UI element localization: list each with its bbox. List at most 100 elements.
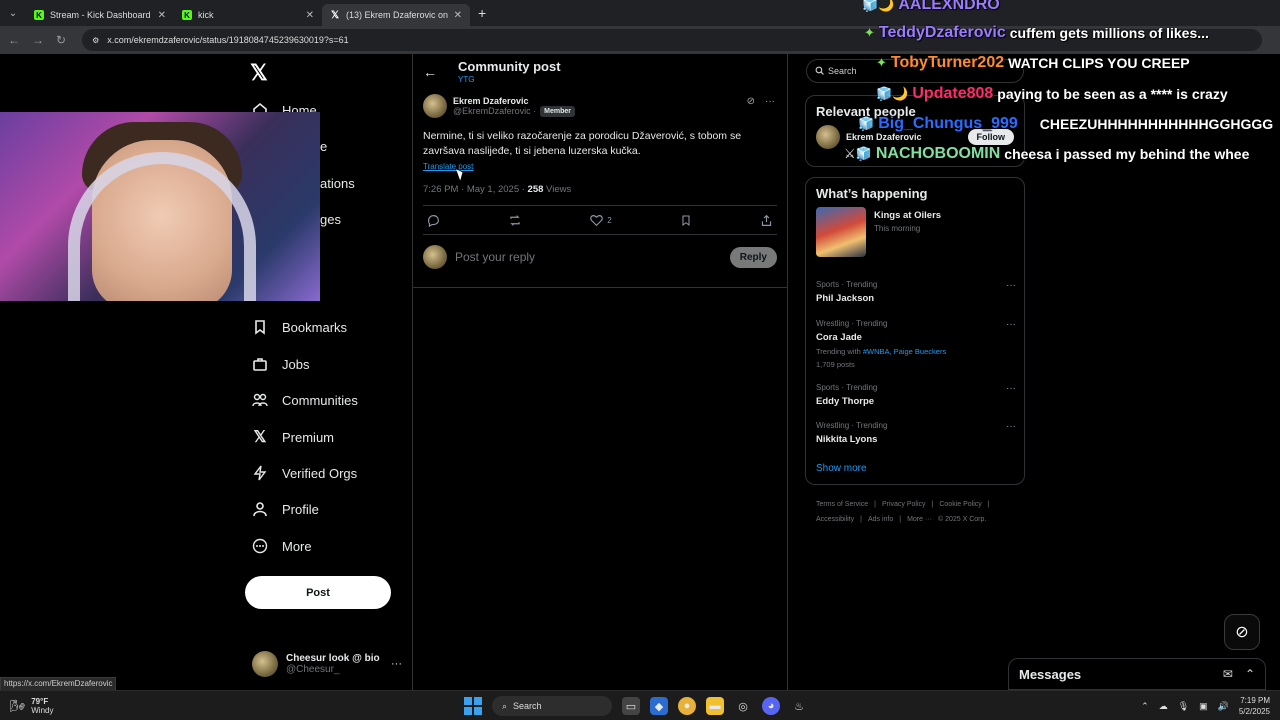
show-more-link[interactable]: Show more (816, 463, 867, 474)
trend-item[interactable]: Sports · Trending Eddy Thorpe ··· (816, 383, 1016, 407)
chevron-up-icon[interactable]: ⌃ (1245, 667, 1255, 681)
trend-item[interactable]: Sports · Trending Phil Jackson ··· (816, 280, 1016, 304)
sidebar-item-profile[interactable]: Profile (252, 497, 319, 521)
sidebar-item-more[interactable]: More (252, 534, 312, 558)
tab-kick-dashboard[interactable]: K Stream - Kick Dashboard ✕ (26, 4, 174, 26)
author-handle[interactable]: @EkremDzaferovic · (453, 106, 536, 116)
account-switcher[interactable]: Cheesur look @ bio @Cheesur_ ··· (252, 648, 402, 680)
trend-category: Sports · Trending (816, 383, 878, 392)
sidebar-item-jobs[interactable]: Jobs (252, 352, 309, 376)
trend-item[interactable]: Wrestling · Trending Cora Jade Trending … (816, 319, 1016, 369)
footer-link[interactable]: Privacy Policy (882, 501, 926, 508)
sidebar-item-communities[interactable]: Communities (252, 388, 358, 412)
weather-widget[interactable]: 🌬 79°F Windy (10, 697, 53, 715)
divider (413, 287, 787, 288)
windows-start-icon[interactable] (464, 697, 482, 715)
like-button[interactable]: 2 (590, 214, 612, 227)
back-arrow-icon[interactable]: ← (8, 33, 20, 47)
close-icon[interactable]: ✕ (158, 10, 166, 21)
account-handle: @Cheesur_ (286, 664, 340, 675)
cloud-icon[interactable]: ☁ (1159, 701, 1168, 712)
footer-link[interactable]: More ··· (907, 516, 932, 523)
sidebar-item-verified-orgs[interactable]: Verified Orgs (252, 461, 357, 485)
author-name[interactable]: Ekrem Dzaferovic (453, 96, 575, 106)
more-dots-icon[interactable]: ··· (1006, 383, 1016, 394)
reply-icon[interactable] (427, 214, 440, 227)
avatar[interactable] (816, 125, 840, 149)
status-url: https://x.com/EkremDzaferovic (0, 677, 117, 691)
reload-icon[interactable]: ↻ (56, 33, 66, 47)
back-arrow-icon[interactable]: ← (423, 64, 437, 80)
tab-search-icon[interactable]: ⌄ (0, 0, 26, 26)
grok-icon[interactable]: ⊘ (747, 96, 755, 107)
post-timestamp: 7:26 PM · May 1, 2025 · 258 Views (423, 184, 572, 195)
volume-icon[interactable]: 🔊 (1218, 701, 1229, 712)
site-info-icon[interactable]: ⚙ (92, 36, 99, 45)
sidebar-item-bookmarks[interactable]: Bookmarks (252, 315, 347, 339)
more-dots-icon[interactable]: ··· (1006, 280, 1016, 291)
chrome-icon[interactable]: ● (678, 697, 696, 715)
copilot-icon[interactable]: ◆ (650, 697, 668, 715)
chevron-up-icon[interactable]: ⌃ (1141, 701, 1149, 712)
discord-icon[interactable]: ◕ (762, 697, 780, 715)
featured-trend[interactable]: Kings at Oilers This morning (816, 207, 1014, 257)
chat-username: TobyTurner202 (890, 54, 1005, 71)
community-name[interactable]: YTG (458, 75, 474, 84)
translate-link[interactable]: Translate post (423, 162, 473, 171)
more-dots-icon[interactable]: ··· (1006, 319, 1016, 330)
bookmark-icon[interactable] (680, 214, 692, 227)
new-message-icon[interactable]: ✉ (1223, 667, 1233, 681)
webcam-overlay (0, 112, 320, 301)
post-author[interactable]: Ekrem Dzaferovic @EkremDzaferovic · Memb… (423, 94, 575, 118)
clock[interactable]: 7:19 PM 5/2/2025 (1239, 695, 1270, 717)
search-placeholder: Search (828, 66, 857, 76)
folder-icon[interactable]: ▬ (706, 697, 724, 715)
more-dots-icon[interactable]: ··· (1006, 421, 1016, 432)
sidebar-item-label: Premium (282, 429, 335, 445)
grok-icon[interactable]: ⊘ (1224, 614, 1260, 650)
tab-title: kick (198, 10, 214, 20)
reply-button[interactable]: Reply (729, 246, 777, 268)
close-icon[interactable]: ✕ (306, 10, 314, 21)
tab-kick[interactable]: K kick ✕ (174, 4, 322, 26)
more-dots-icon[interactable]: ··· (391, 658, 402, 670)
more-dots-icon[interactable]: ··· (765, 96, 775, 107)
footer-link[interactable]: Cookie Policy (939, 501, 981, 508)
microphone-icon[interactable]: 🎙 (1178, 701, 1189, 712)
forward-arrow-icon[interactable]: → (32, 33, 44, 47)
author-avatar[interactable] (423, 94, 447, 118)
footer-link[interactable]: Ads info (868, 516, 893, 523)
chat-username: Update808 (912, 85, 994, 102)
trend-item[interactable]: Wrestling · Trending Nikkita Lyons ··· (816, 421, 1016, 445)
search-icon (815, 66, 824, 77)
post-button[interactable]: Post (245, 576, 391, 609)
close-icon[interactable]: ✕ (454, 10, 462, 21)
chat-message: cheesa i passed my behind the whee (1004, 146, 1250, 162)
member-badge: Member (540, 105, 575, 117)
footer-link[interactable]: Accessibility (816, 516, 854, 523)
taskbar-apps: ⌕ Search ▭ ◆ ● ▬ ◎ ◕ ♨ (464, 696, 808, 716)
chat-message: CHEEZUHHHHHHHHHHHGGHGGG (1039, 116, 1274, 132)
sidebar-item-label: Profile (282, 501, 319, 517)
repost-icon[interactable] (508, 214, 522, 227)
task-view-icon[interactable]: ▭ (622, 697, 640, 715)
reply-input[interactable]: Post your reply (455, 250, 722, 264)
trend-tags[interactable]: #WNBA, Paige Bueckers (863, 347, 946, 356)
sidebar-item-premium[interactable]: 𝕏 Premium (252, 425, 334, 449)
sidebar-item-label: Jobs (282, 356, 310, 372)
x-logo-icon[interactable]: 𝕏 (250, 60, 272, 85)
tab-x-post[interactable]: 𝕏 (13) Ekrem Dzaferovic on X: "N ✕ (322, 4, 470, 26)
obs-icon[interactable]: ◎ (734, 697, 752, 715)
steam-icon[interactable]: ♨ (790, 697, 808, 715)
page-title: Community post (458, 59, 561, 74)
chat-line: 🧊🌙 AALEXNDRO (862, 0, 1000, 14)
taskbar-search[interactable]: ⌕ Search (492, 696, 612, 716)
chat-username: TeddyDzaferovic (878, 24, 1006, 41)
trend-posts: 1,709 posts (816, 360, 855, 369)
network-icon[interactable]: ▣ (1199, 701, 1208, 712)
footer-link[interactable]: Terms of Service (816, 501, 868, 508)
new-tab-icon[interactable]: + (478, 5, 486, 21)
messages-drawer[interactable]: Messages ✉ ⌃ (1008, 658, 1266, 690)
share-icon[interactable] (760, 214, 773, 227)
badge-icon: 🧊🌙 (876, 86, 909, 101)
